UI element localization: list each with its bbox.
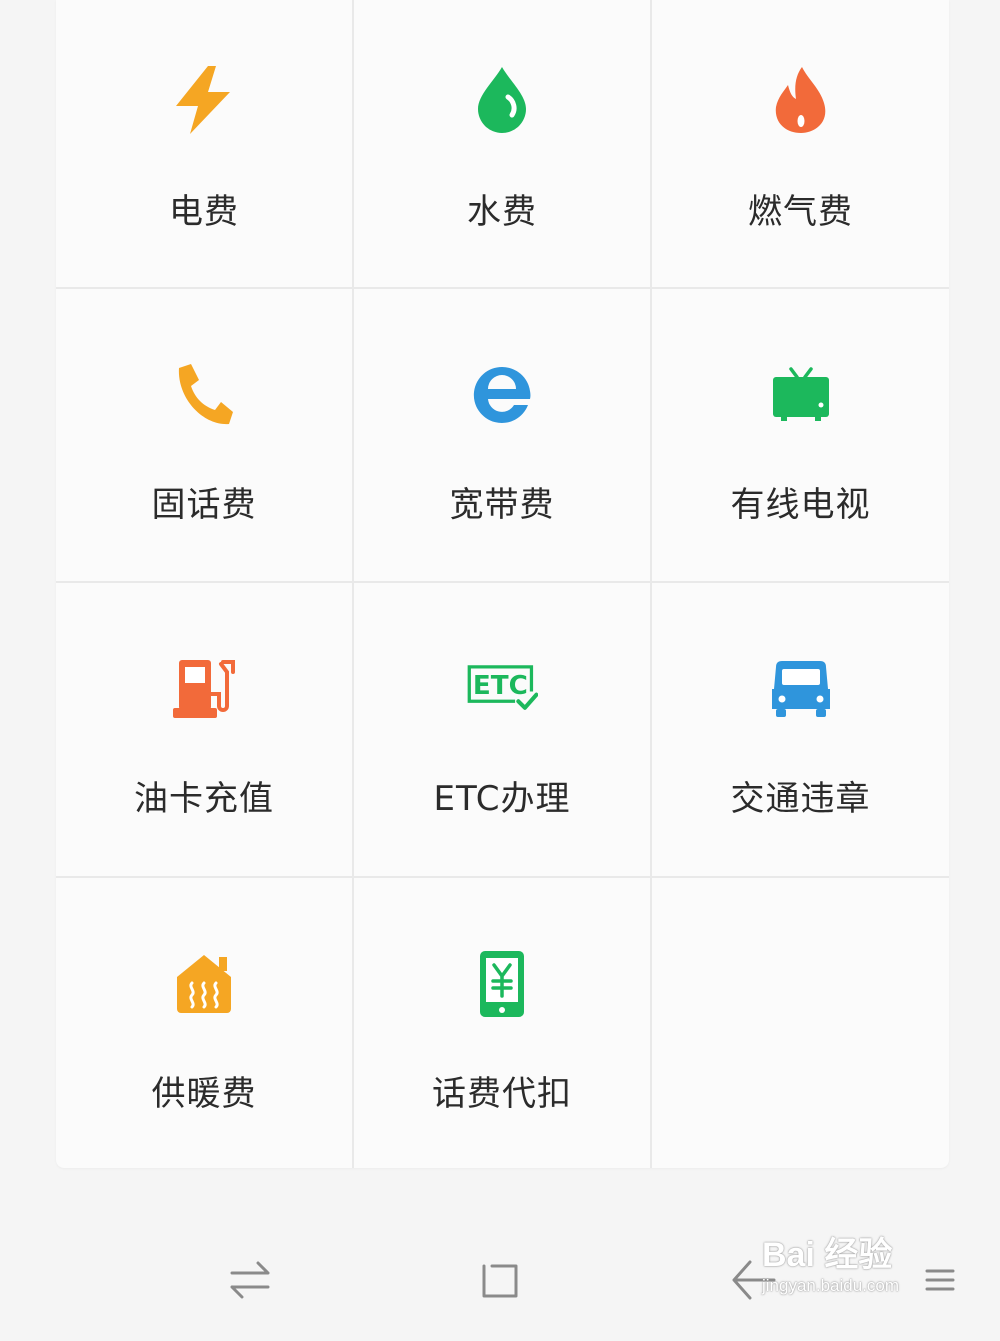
car-icon [765,653,837,725]
svg-text:ETC: ETC [473,671,528,701]
service-gas[interactable]: 燃气费 [652,0,949,287]
service-label: ETC办理 [433,779,571,819]
service-label: 供暖费 [151,1074,257,1114]
gas-pump-icon [168,653,240,725]
empty-tile [652,878,949,1168]
service-etc[interactable]: ETC ETC办理 [354,583,650,876]
service-label: 电费 [169,192,239,232]
service-landline[interactable]: 固话费 [56,289,352,581]
service-label: 宽带费 [449,485,555,525]
service-label: 话费代扣 [432,1074,572,1114]
service-label: 交通违章 [730,779,871,819]
service-traffic-violation[interactable]: 交通违章 [652,583,949,876]
service-label: 水费 [467,192,537,232]
service-label: 固话费 [151,485,257,525]
water-drop-icon [466,64,538,136]
service-label: 有线电视 [730,485,871,525]
phone-icon [168,359,240,431]
flame-icon [765,64,837,136]
service-grid: 电费 水费 燃气费 固话费 宽带费 有线电视 油卡充值 ETC ETC办理 交通… [56,0,949,1168]
lightning-icon [168,64,240,136]
service-fuel-card[interactable]: 油卡充值 [56,583,352,876]
home-square-icon[interactable] [470,1250,530,1310]
tv-icon [765,359,837,431]
service-cable-tv[interactable]: 有线电视 [652,289,949,581]
service-broadband[interactable]: 宽带费 [354,289,650,581]
service-label: 燃气费 [748,192,853,232]
watermark-brand: Bai 经验 [762,1236,893,1274]
heating-icon [168,948,240,1020]
service-label: 油卡充值 [134,779,274,819]
switch-arrows-icon[interactable] [220,1250,280,1310]
baidu-watermark: Bai 经验 jingyan.baidu.com [762,1235,962,1315]
ie-browser-icon [466,359,538,431]
etc-icon: ETC [466,653,538,725]
service-phone-autopay[interactable]: 话费代扣 [354,878,650,1168]
service-heating[interactable]: 供暖费 [56,878,352,1168]
service-water[interactable]: 水费 [354,0,650,287]
watermark-url: jingyan.baidu.com [762,1276,900,1295]
mobile-yuan-icon [466,948,538,1020]
service-electricity[interactable]: 电费 [56,0,352,287]
